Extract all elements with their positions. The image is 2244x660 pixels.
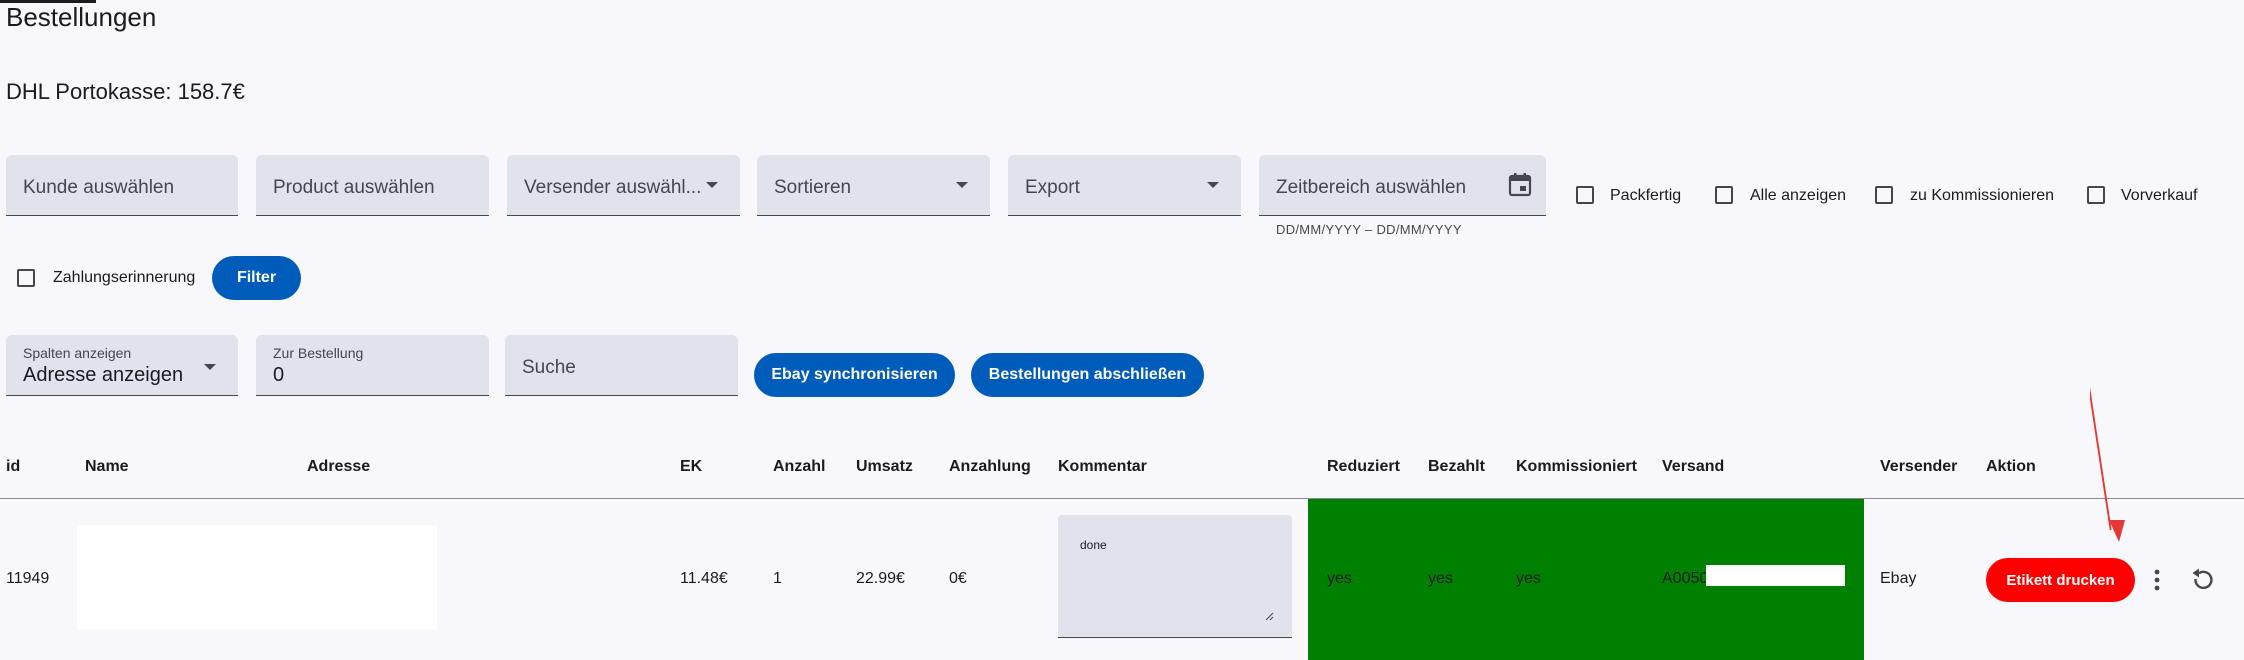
col-header-adresse: Adresse: [307, 458, 371, 475]
zeitbereich-picker[interactable]: Zeitbereich auswählen: [1259, 155, 1546, 216]
col-header-reduziert: Reduziert: [1327, 458, 1400, 475]
product-select[interactable]: Product auswählen: [256, 155, 489, 216]
zeitbereich-picker-placeholder: Zeitbereich auswählen: [1276, 177, 1467, 198]
more-vert-icon[interactable]: [2145, 567, 2169, 593]
cell-versand-redacted: [1706, 565, 1845, 586]
etikett-drucken-button[interactable]: Etikett drucken: [1986, 558, 2135, 602]
porto-balance: DHL Portokasse: 158.7€: [6, 79, 245, 104]
alle-anzeigen-label: Alle anzeigen: [1750, 187, 1847, 204]
table-header-divider: [0, 498, 2244, 499]
cell-umsatz: 22.99€: [856, 570, 905, 587]
packfertig-checkbox[interactable]: [1576, 186, 1594, 204]
kommentar-textarea[interactable]: done: [1058, 515, 1292, 638]
col-header-name: Name: [85, 458, 129, 475]
suche-input-placeholder: Suche: [522, 357, 576, 378]
export-select[interactable]: Export: [1008, 155, 1241, 216]
zahlungserinnerung-checkbox[interactable]: [17, 269, 35, 287]
cell-kommissioniert: yes: [1516, 570, 1541, 587]
export-select-placeholder: Export: [1025, 177, 1080, 198]
product-select-placeholder: Product auswählen: [273, 177, 435, 198]
chevron-down-icon: [956, 182, 968, 188]
sortieren-select[interactable]: Sortieren: [757, 155, 990, 216]
spalten-select-label: Spalten anzeigen: [23, 345, 132, 361]
col-header-anzahl: Anzahl: [773, 458, 826, 475]
col-header-versand: Versand: [1662, 458, 1725, 475]
vorverkauf-label: Vorverkauf: [2121, 187, 2198, 204]
chevron-down-icon: [1207, 182, 1219, 188]
col-header-anzahlung: Anzahlung: [949, 458, 1031, 475]
bestellung-input[interactable]: Zur Bestellung 0: [256, 335, 489, 396]
zahlungserinnerung-label: Zahlungserinnerung: [53, 269, 196, 286]
col-header-bezahlt: Bezahlt: [1428, 458, 1485, 475]
chevron-down-icon: [204, 364, 216, 370]
ebay-sync-button[interactable]: Ebay synchronisieren: [754, 353, 955, 397]
annotation-arrow-icon: [2090, 386, 2125, 542]
cell-ek: 11.48€: [680, 570, 728, 587]
kunde-select[interactable]: Kunde auswählen: [6, 155, 238, 216]
col-header-aktion: Aktion: [1986, 458, 2036, 475]
cell-reduziert: yes: [1327, 570, 1352, 587]
col-header-ek: EK: [680, 458, 703, 475]
cell-id: 11949: [6, 570, 50, 587]
cell-bezahlt: yes: [1428, 570, 1453, 587]
page-title: Bestellungen: [6, 2, 157, 32]
zu-kommissionieren-label: zu Kommissionieren: [1910, 187, 2055, 204]
bestellung-input-value: 0: [273, 364, 285, 386]
versender-select[interactable]: Versender auswähl...: [507, 155, 740, 216]
bestellungen-abschliessen-button[interactable]: Bestellungen abschließen: [971, 353, 1204, 397]
calendar-icon[interactable]: [1508, 172, 1532, 198]
kunde-select-placeholder: Kunde auswählen: [23, 177, 175, 198]
vorverkauf-checkbox[interactable]: [2087, 186, 2105, 204]
resize-handle-icon[interactable]: [1265, 612, 1274, 621]
cell-versand: A0050: [1662, 570, 1709, 587]
bestellung-input-label: Zur Bestellung: [273, 345, 364, 361]
cell-anzahl: 1: [773, 570, 782, 587]
versender-select-placeholder: Versender auswähl...: [524, 177, 702, 198]
filter-button[interactable]: Filter: [212, 256, 301, 300]
zeitbereich-hint: DD/MM/YYYY – DD/MM/YYYY: [1276, 222, 1462, 237]
col-header-versender: Versender: [1880, 458, 1958, 475]
cell-name-redacted: [77, 525, 437, 629]
col-header-id: id: [6, 458, 21, 475]
kommentar-text: done: [1080, 538, 1107, 552]
col-header-kommentar: Kommentar: [1058, 458, 1147, 475]
spalten-select[interactable]: Spalten anzeigen Adresse anzeigen: [6, 335, 238, 396]
col-header-kommissioniert: Kommissioniert: [1516, 458, 1637, 475]
spalten-select-value: Adresse anzeigen: [23, 364, 184, 386]
col-header-umsatz: Umsatz: [856, 458, 913, 475]
cell-versender: Ebay: [1880, 570, 1917, 587]
packfertig-label: Packfertig: [1610, 187, 1682, 204]
chevron-down-icon: [706, 182, 718, 188]
cell-anzahlung: 0€: [949, 570, 967, 587]
zu-kommissionieren-checkbox[interactable]: [1875, 186, 1893, 204]
reset-icon[interactable]: [2189, 566, 2217, 594]
sortieren-select-placeholder: Sortieren: [774, 177, 852, 198]
alle-anzeigen-checkbox[interactable]: [1715, 186, 1733, 204]
suche-input[interactable]: Suche: [505, 335, 738, 396]
